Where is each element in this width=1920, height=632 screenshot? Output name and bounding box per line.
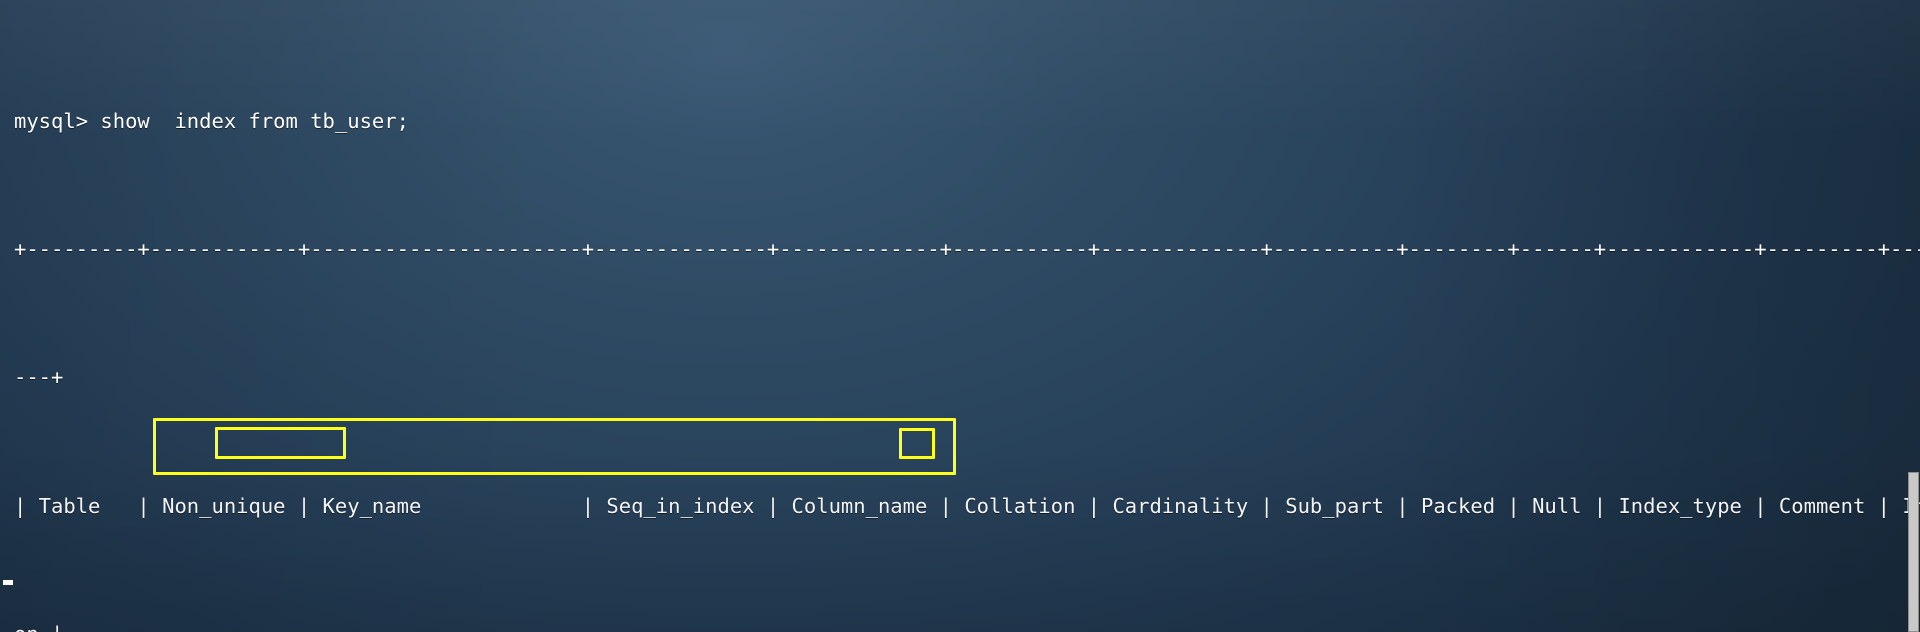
terminal-cursor [3,580,13,585]
table-header-row-wrap: on | [14,613,1920,632]
table-header-row: | Table | Non_unique | Key_name | Seq_in… [14,493,1920,518]
terminal-output: mysql> show index from tb_user; +-------… [14,14,1920,632]
scrollbar-track[interactable] [1907,0,1920,632]
table-top-border-wrap: ---+ [14,365,64,390]
terminal-prompt-line: mysql> show index from tb_user; [14,108,409,133]
terminal-window[interactable]: mysql> show index from tb_user; +-------… [0,0,1920,632]
table-top-border: +---------+------------+----------------… [14,236,1920,261]
scrollbar-thumb[interactable] [1908,472,1919,632]
